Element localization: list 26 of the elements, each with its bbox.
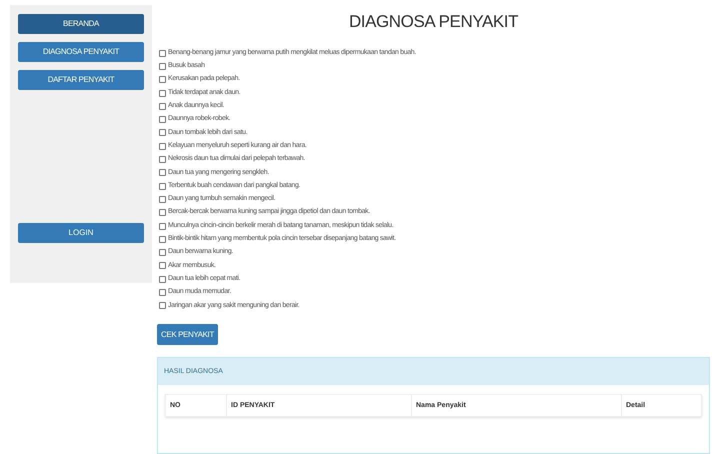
- login-button[interactable]: LOGIN: [18, 223, 144, 243]
- checkbox[interactable]: [159, 209, 166, 216]
- checkbox[interactable]: [159, 182, 166, 190]
- nav-button[interactable]: BERANDA: [18, 14, 144, 34]
- checkbox[interactable]: [159, 276, 166, 283]
- checkbox[interactable]: [159, 116, 166, 124]
- checkbox[interactable]: [159, 90, 166, 97]
- checkbox[interactable]: [159, 288, 166, 296]
- checkbox[interactable]: [159, 156, 166, 164]
- nav-button[interactable]: DIAGNOSA PENYAKIT: [18, 42, 144, 62]
- checkbox[interactable]: [159, 236, 166, 243]
- checkbox[interactable]: [159, 62, 166, 70]
- checkbox[interactable]: [159, 196, 166, 203]
- checkbox[interactable]: [159, 76, 166, 84]
- page-title: DIAGNOSA PENYAKIT: [348, 11, 520, 33]
- checkbox[interactable]: [159, 142, 166, 150]
- checkbox[interactable]: [159, 222, 166, 230]
- check-button[interactable]: CEK PENYAKIT: [157, 324, 218, 346]
- checkbox[interactable]: [159, 102, 166, 110]
- checkbox[interactable]: [159, 50, 166, 57]
- checkbox[interactable]: [159, 302, 166, 310]
- checkbox[interactable]: [159, 129, 166, 136]
- checkbox[interactable]: [159, 249, 166, 256]
- nav-button[interactable]: DAFTAR PENYAKIT: [18, 70, 144, 90]
- checkbox[interactable]: [159, 262, 166, 270]
- checkbox[interactable]: [159, 169, 166, 176]
